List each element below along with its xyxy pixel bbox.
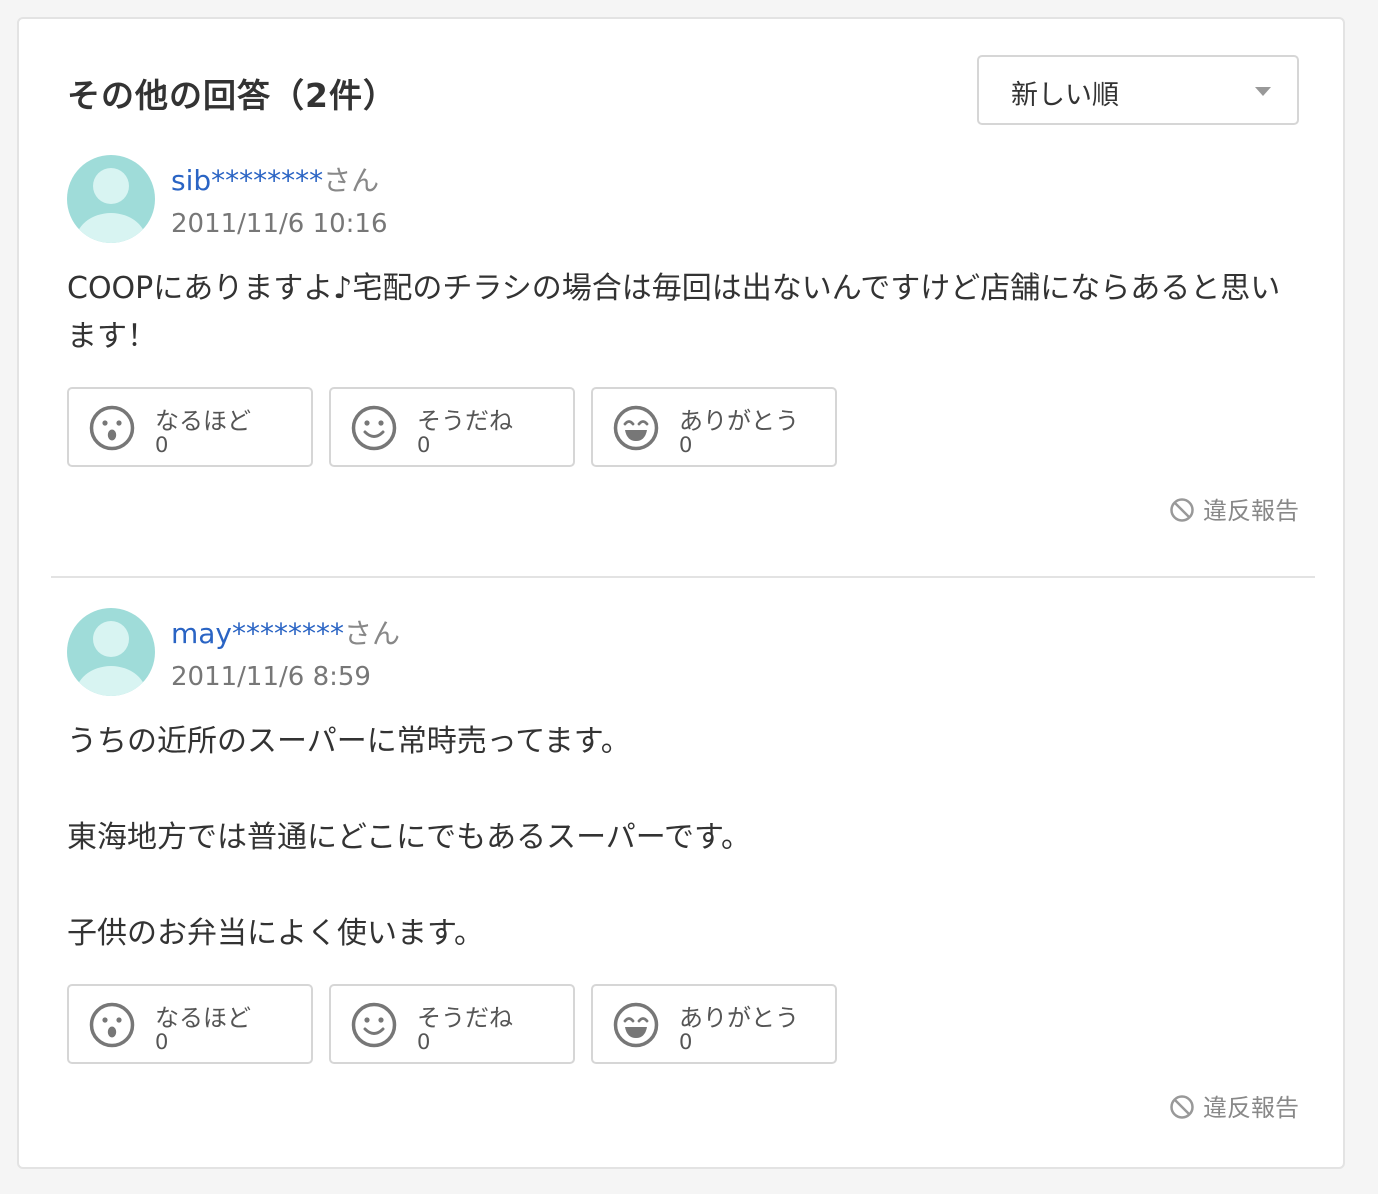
reaction-count: 0 bbox=[155, 1030, 169, 1054]
avatar[interactable] bbox=[67, 608, 155, 696]
sort-order-select[interactable]: 新しい順 bbox=[977, 55, 1299, 125]
reaction-count: 0 bbox=[679, 433, 693, 457]
reaction-count: 0 bbox=[679, 1030, 693, 1054]
surprised-face-icon bbox=[89, 405, 135, 451]
grin-face-icon bbox=[613, 405, 659, 451]
user-name-link[interactable]: sib******** bbox=[171, 164, 323, 197]
answer-body-line bbox=[67, 862, 1299, 910]
reaction-soudane-button[interactable]: そうだね 0 bbox=[329, 984, 575, 1064]
answer-body-line: COOPにありますよ♪宅配のチラシの場合は毎回は出ないんですけど店舗にならあると… bbox=[67, 271, 1281, 354]
answers-title: その他の回答（2件） bbox=[67, 76, 397, 115]
avatar-body bbox=[75, 213, 147, 243]
answer-user: may********さん bbox=[171, 612, 400, 652]
reaction-label: なるほど bbox=[155, 1004, 251, 1032]
answer-body-line: 東海地方では普通にどこにでもあるスーパーです。 bbox=[67, 820, 751, 855]
other-answers-panel: その他の回答（2件） 新しい順 sib********さん 2011/11/6 … bbox=[17, 17, 1345, 1169]
ban-icon bbox=[1170, 1095, 1194, 1119]
sort-order-value: 新しい順 bbox=[1011, 80, 1119, 111]
reaction-label: ありがとう bbox=[679, 407, 799, 435]
reaction-count: 0 bbox=[417, 433, 431, 457]
smile-face-icon bbox=[351, 1002, 397, 1048]
answer-body-line bbox=[67, 766, 1299, 814]
reaction-label: そうだね bbox=[417, 407, 513, 435]
user-name-link[interactable]: may******** bbox=[171, 617, 344, 650]
answer-date: 2011/11/6 10:16 bbox=[171, 209, 388, 239]
grin-face-icon bbox=[613, 1002, 659, 1048]
reaction-label: そうだね bbox=[417, 1004, 513, 1032]
chevron-down-icon bbox=[1255, 87, 1271, 96]
answer-body-line: うちの近所のスーパーに常時売ってます。 bbox=[67, 724, 631, 759]
report-violation-link[interactable]: 違反報告 bbox=[1169, 491, 1299, 526]
reaction-naruhodo-button[interactable]: なるほど 0 bbox=[67, 387, 313, 467]
avatar[interactable] bbox=[67, 155, 155, 243]
report-label: 違反報告 bbox=[1203, 1094, 1299, 1122]
user-honorific: さん bbox=[323, 164, 380, 197]
answers-header: その他の回答（2件） 新しい順 bbox=[67, 55, 1299, 127]
answer-body: うちの近所のスーパーに常時売ってます。 東海地方では普通にどこにでもあるスーパー… bbox=[67, 718, 1299, 958]
reaction-label: なるほど bbox=[155, 407, 251, 435]
answer-body-line: 子供のお弁当によく使います。 bbox=[67, 916, 484, 951]
reaction-count: 0 bbox=[155, 433, 169, 457]
answer-divider bbox=[51, 576, 1315, 578]
avatar-head bbox=[93, 168, 129, 204]
surprised-face-icon bbox=[89, 1002, 135, 1048]
answer-date: 2011/11/6 8:59 bbox=[171, 662, 371, 692]
reaction-label: ありがとう bbox=[679, 1004, 799, 1032]
reaction-naruhodo-button[interactable]: なるほど 0 bbox=[67, 984, 313, 1064]
reaction-count: 0 bbox=[417, 1030, 431, 1054]
smile-face-icon bbox=[351, 405, 397, 451]
reaction-soudane-button[interactable]: そうだね 0 bbox=[329, 387, 575, 467]
answer-item: sib********さん 2011/11/6 10:16 COOPにありますよ… bbox=[67, 155, 1299, 555]
reaction-arigatou-button[interactable]: ありがとう 0 bbox=[591, 984, 837, 1064]
ban-icon bbox=[1170, 498, 1194, 522]
avatar-body bbox=[75, 666, 147, 696]
reaction-arigatou-button[interactable]: ありがとう 0 bbox=[591, 387, 837, 467]
answer-body: COOPにありますよ♪宅配のチラシの場合は毎回は出ないんですけど店舗にならあると… bbox=[67, 265, 1299, 361]
avatar-head bbox=[93, 621, 129, 657]
report-violation-link[interactable]: 違反報告 bbox=[1169, 1088, 1299, 1123]
user-honorific: さん bbox=[344, 617, 401, 650]
report-label: 違反報告 bbox=[1203, 497, 1299, 525]
answer-user: sib********さん bbox=[171, 159, 379, 199]
answer-item: may********さん 2011/11/6 8:59 うちの近所のスーパーに… bbox=[67, 608, 1299, 1128]
